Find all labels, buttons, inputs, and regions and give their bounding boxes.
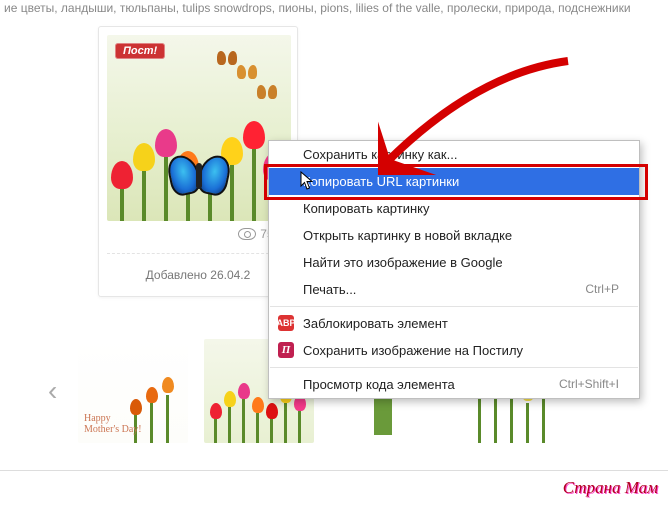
abp-icon: ABP: [278, 315, 294, 331]
cm-item-open-new-tab[interactable]: Открыть картинку в новой вкладке: [269, 222, 639, 249]
cm-item-inspect[interactable]: Просмотр кода элемента Ctrl+Shift+I: [269, 371, 639, 398]
card-image[interactable]: Пост!: [107, 35, 291, 221]
tag-line: ие цветы, ландыши, тюльпаны, tulips snow…: [0, 0, 668, 21]
cm-item-postila-save[interactable]: П Сохранить изображение на Постилу: [269, 337, 639, 364]
post-badge: Пост!: [115, 43, 165, 59]
prev-thumb-button[interactable]: ‹: [48, 375, 62, 407]
card-date: Добавлено 26.04.2: [107, 253, 289, 288]
cm-item-copy-url[interactable]: Копировать URL картинки: [269, 168, 639, 195]
cm-item-print[interactable]: Печать... Ctrl+P: [269, 276, 639, 303]
footer-separator: [0, 470, 668, 471]
cm-item-abp-block[interactable]: ABP Заблокировать элемент: [269, 310, 639, 337]
site-brand: Страна Мам: [563, 478, 658, 498]
context-menu: Сохранить картинку как... Копировать URL…: [268, 140, 640, 399]
cm-item-copy-image[interactable]: Копировать картинку: [269, 195, 639, 222]
card-meta: 7510: [107, 221, 289, 243]
menu-separator: [270, 306, 638, 307]
butterfly-icon: [169, 155, 229, 199]
butterfly-small-icon: [237, 65, 257, 81]
cm-item-google-search[interactable]: Найти это изображение в Google: [269, 249, 639, 276]
thumbnail[interactable]: HappyMother's Day!: [78, 339, 188, 443]
greeting-text: HappyMother's Day!: [84, 413, 142, 435]
menu-separator: [270, 367, 638, 368]
eye-icon: [238, 228, 256, 240]
butterfly-small-icon: [257, 85, 277, 101]
butterfly-small-icon: [217, 51, 237, 67]
cm-item-save-as[interactable]: Сохранить картинку как...: [269, 141, 639, 168]
postila-icon: П: [278, 342, 294, 358]
